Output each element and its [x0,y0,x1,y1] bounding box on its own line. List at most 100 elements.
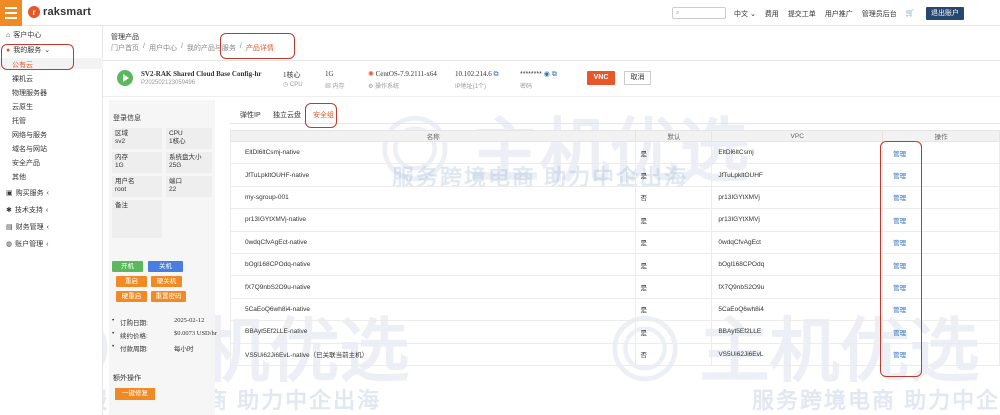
table-header-row: 名称 默认 VPC 操作 [229,130,1000,142]
sidebar-item-hosting[interactable]: 托管 [12,116,26,126]
extra-actions-title: 额外操作 [113,375,141,382]
chevron-left-icon: ‹ [46,240,49,248]
product-name: SV2-RAK Shared Cloud Base Config-hr [141,70,262,78]
ip-value: 10.102.214.6 ⧉ [455,70,499,78]
cell-name: BBAyt5Ef2LLE-native [229,320,637,344]
reboot-button[interactable]: 重启 [116,276,147,287]
reset-password-button[interactable]: 重置密码 [151,291,186,302]
cell-name: VS5Ui62Ji6EvL-native（已关联当前主机） [229,342,637,366]
cell-vpc: bOgl168CPOdq [711,252,884,277]
column-header-actions: 操作 [882,130,1000,142]
divider [103,60,1000,61]
column-header-vpc: VPC [711,130,884,142]
breadcrumb-home[interactable]: 门户首页 [111,43,139,53]
cell-default: 否 [635,342,713,366]
cell-vpc: JfTuLpkltOUHF [711,163,884,187]
cell-vpc: VS5Ui62Ji6EvL [711,342,884,366]
tab-elastic-ip[interactable]: 弹性IP [240,110,261,120]
nav-link-ticket[interactable]: 提交工单 [788,9,816,19]
cell-name: 0wdqCfvAgEct-native [229,230,637,254]
cell-name: bOgl168CPOdq-native [229,252,637,277]
sidebar-item-account[interactable]: ◍ 账户管理 ‹ [6,239,48,249]
memory-icon: ▦ [325,84,333,90]
status-running-icon [117,70,133,86]
breadcrumb-user-center[interactable]: 用户中心 [149,43,177,53]
sidebar-item-bare-metal[interactable]: 裸机云 [12,74,33,84]
billing-cycle-row: • 付款周期: 每小时 [112,343,194,353]
cpu-label: ◷ CPU [283,82,303,88]
sidebar-item-finance[interactable]: ▤ 财务管理 ‹ [6,222,49,232]
memory-field: 内存 1G [112,152,162,173]
sidebar-item-cloud-native[interactable]: 云原生 [12,102,33,112]
search-input[interactable]: ⌕ [672,7,726,19]
column-header-default: 默认 [635,130,713,142]
sidebar-item-tech-support[interactable]: ✱ 技术支持 ‹ [6,205,48,215]
cell-default: 是 [635,230,713,254]
cell-name: EltDl6ltCsmj-native [229,140,637,165]
cancel-button[interactable]: 取消 [624,71,651,85]
chevron-left-icon: ‹ [46,223,49,231]
breadcrumb-separator: / [143,43,145,50]
vnc-button[interactable]: VNC [587,71,615,85]
disk-field: 系统盘大小 25G [166,152,212,173]
power-off-button[interactable]: 关机 [148,261,183,272]
language-select[interactable]: 中文 ⌄ [734,9,756,19]
annotation-circle [1,44,74,70]
nav-link-affiliate[interactable]: 用户推广 [825,9,853,19]
cell-vpc: pr13IGYtXMVj [711,208,884,232]
sidebar: ⌂ 客户中心 ● 我的服务 ⌄ 公有云 裸机云 物理服务器 云原生 托管 网络与服务 … [0,26,103,415]
copy-icon[interactable]: ⧉ [552,71,557,78]
sidebar-item-other[interactable]: 其他 [12,172,26,182]
user-icon: ◍ [6,241,13,248]
annotation-circle [305,103,337,128]
sidebar-item-customer-center[interactable]: ⌂ 客户中心 [6,30,41,40]
menu-icon[interactable] [0,0,22,26]
cell-vpc: EltDl6ltCsmj [711,140,884,165]
cell-name: JfTuLpkltOUHF-native [229,163,637,187]
tab-cloud-disk[interactable]: 独立云盘 [273,110,301,120]
column-header-name: 名称 [229,130,637,142]
watermark-text: 服务跨境电商 助力中企出海 [752,388,1000,413]
breadcrumb-separator: / [180,43,183,50]
nav-link-billing[interactable]: 费用 [765,9,779,19]
centos-icon: ✺ [368,70,376,78]
order-date-row: • 订购日期: 2025-02-12 [112,317,205,327]
repair-button[interactable]: 一键修复 [115,388,155,400]
wrench-icon: ✱ [6,207,12,214]
sidebar-item-buy-services[interactable]: ▣ 购买服务 ‹ [6,188,49,198]
top-bar: r raksmart ⌕ 中文 ⌄ 费用 提交工单 用户推广 管理员后台 🛒 退… [0,0,1000,26]
power-on-button[interactable]: 开机 [112,261,143,272]
clock-icon: ◷ [283,82,290,88]
top-nav: 中文 ⌄ 费用 提交工单 用户推广 管理员后台 🛒 [734,9,915,19]
cart-icon[interactable]: 🛒 [906,9,915,19]
hard-reboot-button[interactable]: 硬重启 [116,291,147,302]
cell-vpc: 0wdqCfvAgEct [711,230,884,254]
sidebar-item-network[interactable]: 网络与服务 [12,130,47,140]
cell-default: 是 [635,208,713,232]
os-value: ✺ CentOS-7.9.2111-x64 [368,70,437,78]
annotation-circle [220,33,295,59]
hard-power-off-button[interactable]: 硬关机 [151,276,182,287]
cell-name: my-sgroup-001 [229,185,637,210]
chevron-left-icon: ‹ [46,189,49,197]
remark-field: 备注 [112,200,162,238]
page-title: 管理产品 [111,34,139,41]
search-icon: ⌕ [676,10,680,16]
tabs-divider [230,123,1000,124]
copy-icon[interactable]: ⧉ [494,70,499,78]
product-id: P202502123059496 [141,80,196,86]
logo[interactable]: r raksmart [28,6,91,18]
logout-button[interactable]: 退出账户 [926,7,964,20]
password-label: 密码 [520,84,533,90]
sidebar-item-physical-server[interactable]: 物理服务器 [12,88,47,98]
nav-link-admin[interactable]: 管理员后台 [862,9,897,19]
ip-label: IP地址(1个) [455,84,487,90]
sidebar-item-domain[interactable]: 域名与网站 [12,144,47,154]
cell-vpc: pr13IGYtXMVj [711,185,884,210]
cell-default: 是 [635,163,713,187]
cell-default: 是 [635,297,713,322]
port-field: 端口 22 [166,176,212,197]
sidebar-item-security[interactable]: 安全产品 [12,158,40,168]
gear-icon: ⚙ [368,84,376,90]
eye-icon[interactable]: ◉ [544,71,550,78]
